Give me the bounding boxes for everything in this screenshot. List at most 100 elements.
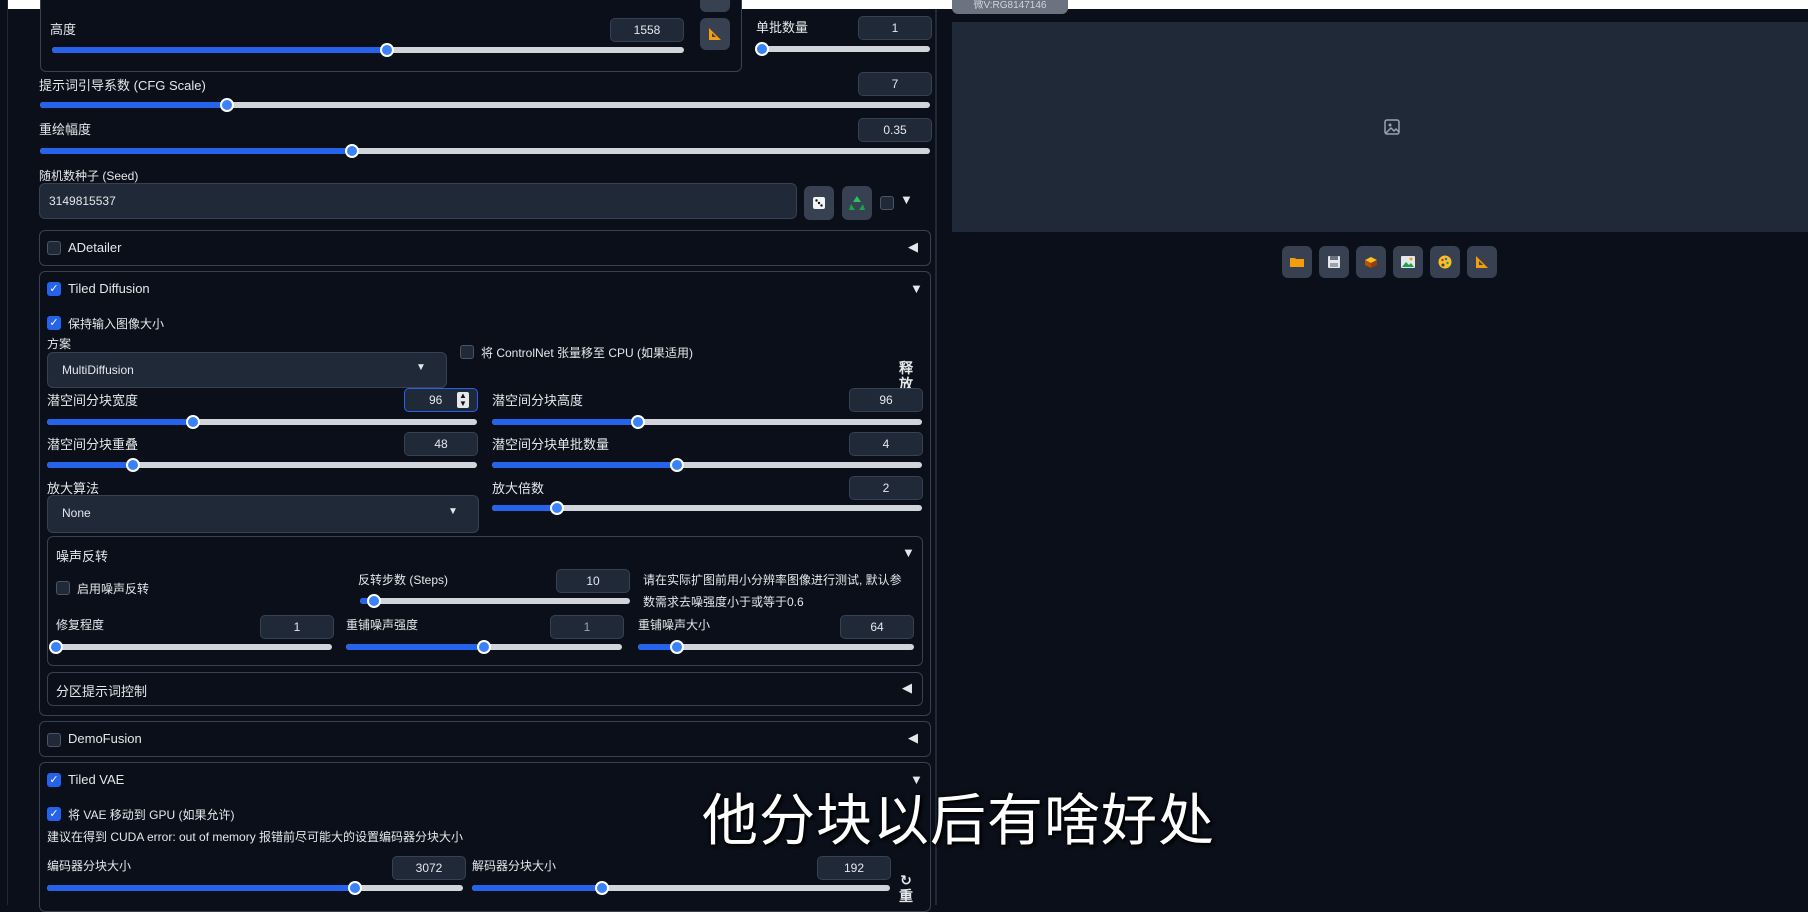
- region-prompt-collapse-toggle[interactable]: ◀: [902, 680, 912, 696]
- tile-batch-input[interactable]: 4: [849, 432, 923, 456]
- tiled-vae-checkbox[interactable]: ✓: [47, 773, 61, 787]
- inversion-steps-slider[interactable]: [360, 594, 630, 608]
- cfg-scale-label: 提示词引导系数 (CFG Scale): [39, 78, 206, 93]
- renoise-size-label: 重铺噪声大小: [638, 618, 711, 632]
- reuse-seed-button[interactable]: [842, 186, 872, 220]
- adetailer-label[interactable]: ADetailer: [68, 240, 121, 255]
- send-to-img2img-button[interactable]: [1393, 246, 1423, 278]
- slider-thumb[interactable]: [219, 98, 234, 112]
- slider-thumb[interactable]: [631, 415, 646, 429]
- noise-inversion-tip-line2: 数需求去噪强度小于或等于0.6: [643, 595, 804, 609]
- tiled-vae-label[interactable]: Tiled VAE: [68, 772, 124, 787]
- inversion-steps-label: 反转步数 (Steps): [358, 573, 449, 587]
- seed-extra-checkbox[interactable]: [880, 196, 894, 210]
- slider-thumb[interactable]: [186, 415, 201, 429]
- renoise-size-input[interactable]: 64: [840, 615, 914, 639]
- batch-size-slider[interactable]: [755, 42, 930, 56]
- cfg-scale-input[interactable]: 7: [858, 72, 932, 96]
- tile-width-label: 潜空间分块宽度: [47, 393, 139, 408]
- move-vae-gpu-checkbox[interactable]: ✓: [47, 807, 61, 821]
- noise-inversion-collapse-toggle[interactable]: ▼: [902, 545, 915, 560]
- tile-height-input[interactable]: 96: [849, 388, 923, 412]
- reset-button[interactable]: ↻ 重: [898, 872, 914, 904]
- retouch-slider[interactable]: [49, 640, 332, 654]
- cfg-scale-slider[interactable]: [40, 98, 930, 112]
- adetailer-panel: [39, 230, 931, 266]
- enable-noise-inversion-checkbox[interactable]: [56, 581, 70, 595]
- renoise-size-slider[interactable]: [638, 640, 914, 654]
- slider-thumb[interactable]: [477, 640, 491, 654]
- denoise-input[interactable]: 0.35: [858, 118, 932, 142]
- folder-icon: [1290, 258, 1304, 267]
- adetailer-collapse-toggle[interactable]: ◀: [908, 239, 918, 255]
- slider-fill: [52, 47, 387, 53]
- keep-size-checkbox[interactable]: ✓: [47, 316, 61, 330]
- scale-factor-label: 放大倍数: [492, 481, 545, 496]
- scale-factor-input[interactable]: 2: [849, 476, 923, 500]
- random-seed-button[interactable]: [804, 186, 834, 220]
- noise-inversion-tip-line1: 请在实际扩图前用小分辨率图像进行测试, 默认参: [643, 573, 902, 587]
- tile-overlap-input[interactable]: 48: [404, 432, 478, 456]
- controlnet-cpu-label: 将 ControlNet 张量移至 CPU (如果适用): [481, 346, 694, 360]
- ruler-icon: [1476, 256, 1488, 268]
- archive-icon: [1365, 257, 1377, 268]
- tiled-diffusion-collapse-toggle[interactable]: ▼: [910, 281, 923, 296]
- slider-thumb[interactable]: [669, 640, 684, 654]
- slider-thumb[interactable]: [344, 144, 359, 158]
- inversion-steps-input[interactable]: 10: [556, 569, 630, 593]
- swap-dimensions-button[interactable]: [700, 18, 730, 50]
- demofusion-collapse-toggle[interactable]: ◀: [908, 730, 918, 746]
- renoise-strength-slider[interactable]: [346, 640, 622, 654]
- encoder-tile-input[interactable]: 3072: [392, 856, 466, 880]
- slider-thumb[interactable]: [594, 881, 609, 895]
- send-to-inpaint-button[interactable]: [1430, 246, 1460, 278]
- height-slider[interactable]: [52, 43, 684, 57]
- output-image-area[interactable]: [952, 22, 1808, 232]
- demofusion-label[interactable]: DemoFusion: [68, 731, 142, 746]
- retouch-input[interactable]: 1: [260, 615, 334, 639]
- controlnet-cpu-checkbox[interactable]: [460, 345, 474, 359]
- adetailer-checkbox[interactable]: [47, 241, 61, 255]
- open-folder-button[interactable]: [1282, 246, 1312, 278]
- slider-thumb[interactable]: [366, 594, 381, 608]
- upscaler-select[interactable]: None: [47, 495, 479, 533]
- save-button[interactable]: [1319, 246, 1349, 278]
- encoder-tile-slider[interactable]: [47, 881, 463, 895]
- slider-thumb[interactable]: [379, 43, 394, 57]
- save-icon: [1328, 256, 1340, 268]
- zip-button[interactable]: [1356, 246, 1386, 278]
- slider-thumb[interactable]: [755, 42, 769, 56]
- decoder-tile-slider[interactable]: [472, 881, 890, 895]
- scale-factor-slider[interactable]: [492, 501, 922, 515]
- tiled-diffusion-label[interactable]: Tiled Diffusion: [68, 281, 150, 296]
- tile-batch-slider[interactable]: [492, 458, 922, 472]
- decoder-tile-input[interactable]: 192: [817, 856, 891, 880]
- height-input[interactable]: 1558: [610, 18, 684, 42]
- stepper-icon[interactable]: ▲ ▼: [457, 392, 469, 408]
- image-placeholder-icon: [1383, 118, 1401, 139]
- tile-overlap-slider[interactable]: [47, 458, 477, 472]
- slider-thumb[interactable]: [549, 501, 564, 515]
- seed-input[interactable]: 3149815537: [39, 183, 797, 219]
- tile-width-slider[interactable]: [47, 415, 477, 429]
- slider-thumb[interactable]: [49, 640, 63, 654]
- send-to-extras-button[interactable]: [1467, 246, 1497, 278]
- method-select[interactable]: MultiDiffusion: [47, 352, 447, 388]
- batch-size-input[interactable]: 1: [858, 16, 932, 40]
- slider-thumb[interactable]: [126, 458, 140, 472]
- slider-fill: [492, 419, 639, 425]
- tile-height-slider[interactable]: [492, 415, 922, 429]
- move-vae-gpu-label: 将 VAE 移动到 GPU (如果允许): [68, 808, 235, 822]
- demofusion-checkbox[interactable]: [47, 733, 61, 747]
- seed-extra-toggle[interactable]: ▼: [900, 192, 913, 207]
- renoise-strength-input[interactable]: 1: [550, 615, 624, 639]
- noise-inversion-label[interactable]: 噪声反转: [56, 546, 108, 565]
- slider-thumb[interactable]: [347, 881, 362, 895]
- method-chevron-down-icon: ▼: [416, 362, 426, 373]
- slider-thumb[interactable]: [669, 458, 684, 472]
- tiled-diffusion-checkbox[interactable]: ✓: [47, 282, 61, 296]
- region-prompt-label[interactable]: 分区提示词控制: [56, 681, 147, 700]
- decoder-tile-label: 解码器分块大小: [472, 859, 557, 873]
- denoise-slider[interactable]: [40, 144, 930, 158]
- slider-fill: [40, 148, 352, 154]
